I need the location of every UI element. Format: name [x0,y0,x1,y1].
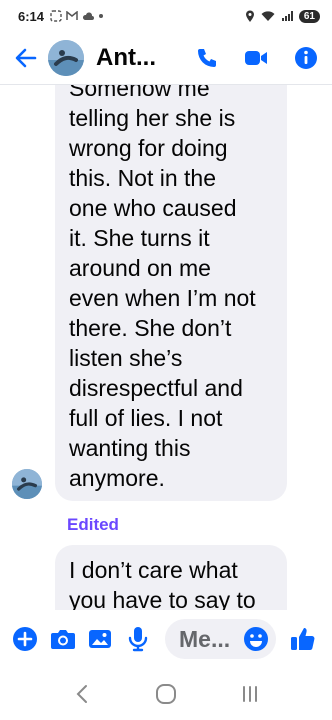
phone-icon[interactable] [196,47,218,69]
system-nav-bar [0,668,332,720]
notification-icons [50,10,104,22]
battery-level: 61 [298,9,320,23]
message-composer: Me... [0,610,332,668]
gallery-button[interactable] [84,622,118,656]
microphone-icon [128,627,148,652]
back-button[interactable] [10,42,42,74]
thumbs-up-icon [291,628,315,650]
add-button[interactable] [8,622,42,656]
screenshot-icon [50,10,62,22]
emoji-icon[interactable] [242,625,270,653]
message-bubble[interactable]: I don’t care what you have to say to [55,545,287,610]
gmail-icon [66,11,78,20]
edited-label[interactable]: Edited [67,515,119,535]
message-list[interactable]: Somehow me telling her she is wrong for … [0,85,332,610]
arrow-left-icon [15,48,37,68]
message-text: Somehow me telling her she is wrong for … [69,85,256,491]
info-icon[interactable] [294,46,318,70]
recents-nav-icon [243,686,257,702]
status-bar: 6:14 61 [0,0,332,32]
dot-icon [99,14,104,18]
wifi-icon [261,10,275,21]
contact-name[interactable]: Ant... [96,44,156,72]
camera-icon [50,630,75,649]
cloud-icon [82,12,95,20]
message-bubble[interactable]: Somehow me telling her she is wrong for … [55,85,287,501]
video-camera-icon[interactable] [244,49,268,67]
message-text: I don’t care what you have to say to [69,557,256,610]
message-input-placeholder: Me... [179,625,231,652]
message-input[interactable]: Me... [165,619,277,659]
like-button[interactable] [286,622,320,656]
camera-button[interactable] [46,622,80,656]
sender-avatar[interactable] [12,469,42,499]
back-nav-icon [76,685,87,703]
gallery-icon [89,630,112,648]
location-icon [245,10,254,22]
nav-recents-button[interactable] [230,674,270,714]
nav-back-button[interactable] [62,674,102,714]
chat-header: Ant... [0,32,332,84]
contact-avatar[interactable] [48,40,84,76]
home-nav-icon [156,684,176,704]
nav-home-button[interactable] [146,674,186,714]
voice-button[interactable] [121,622,155,656]
signal-icon [281,10,293,21]
status-time: 6:14 [18,8,45,24]
plus-icon [12,627,37,651]
